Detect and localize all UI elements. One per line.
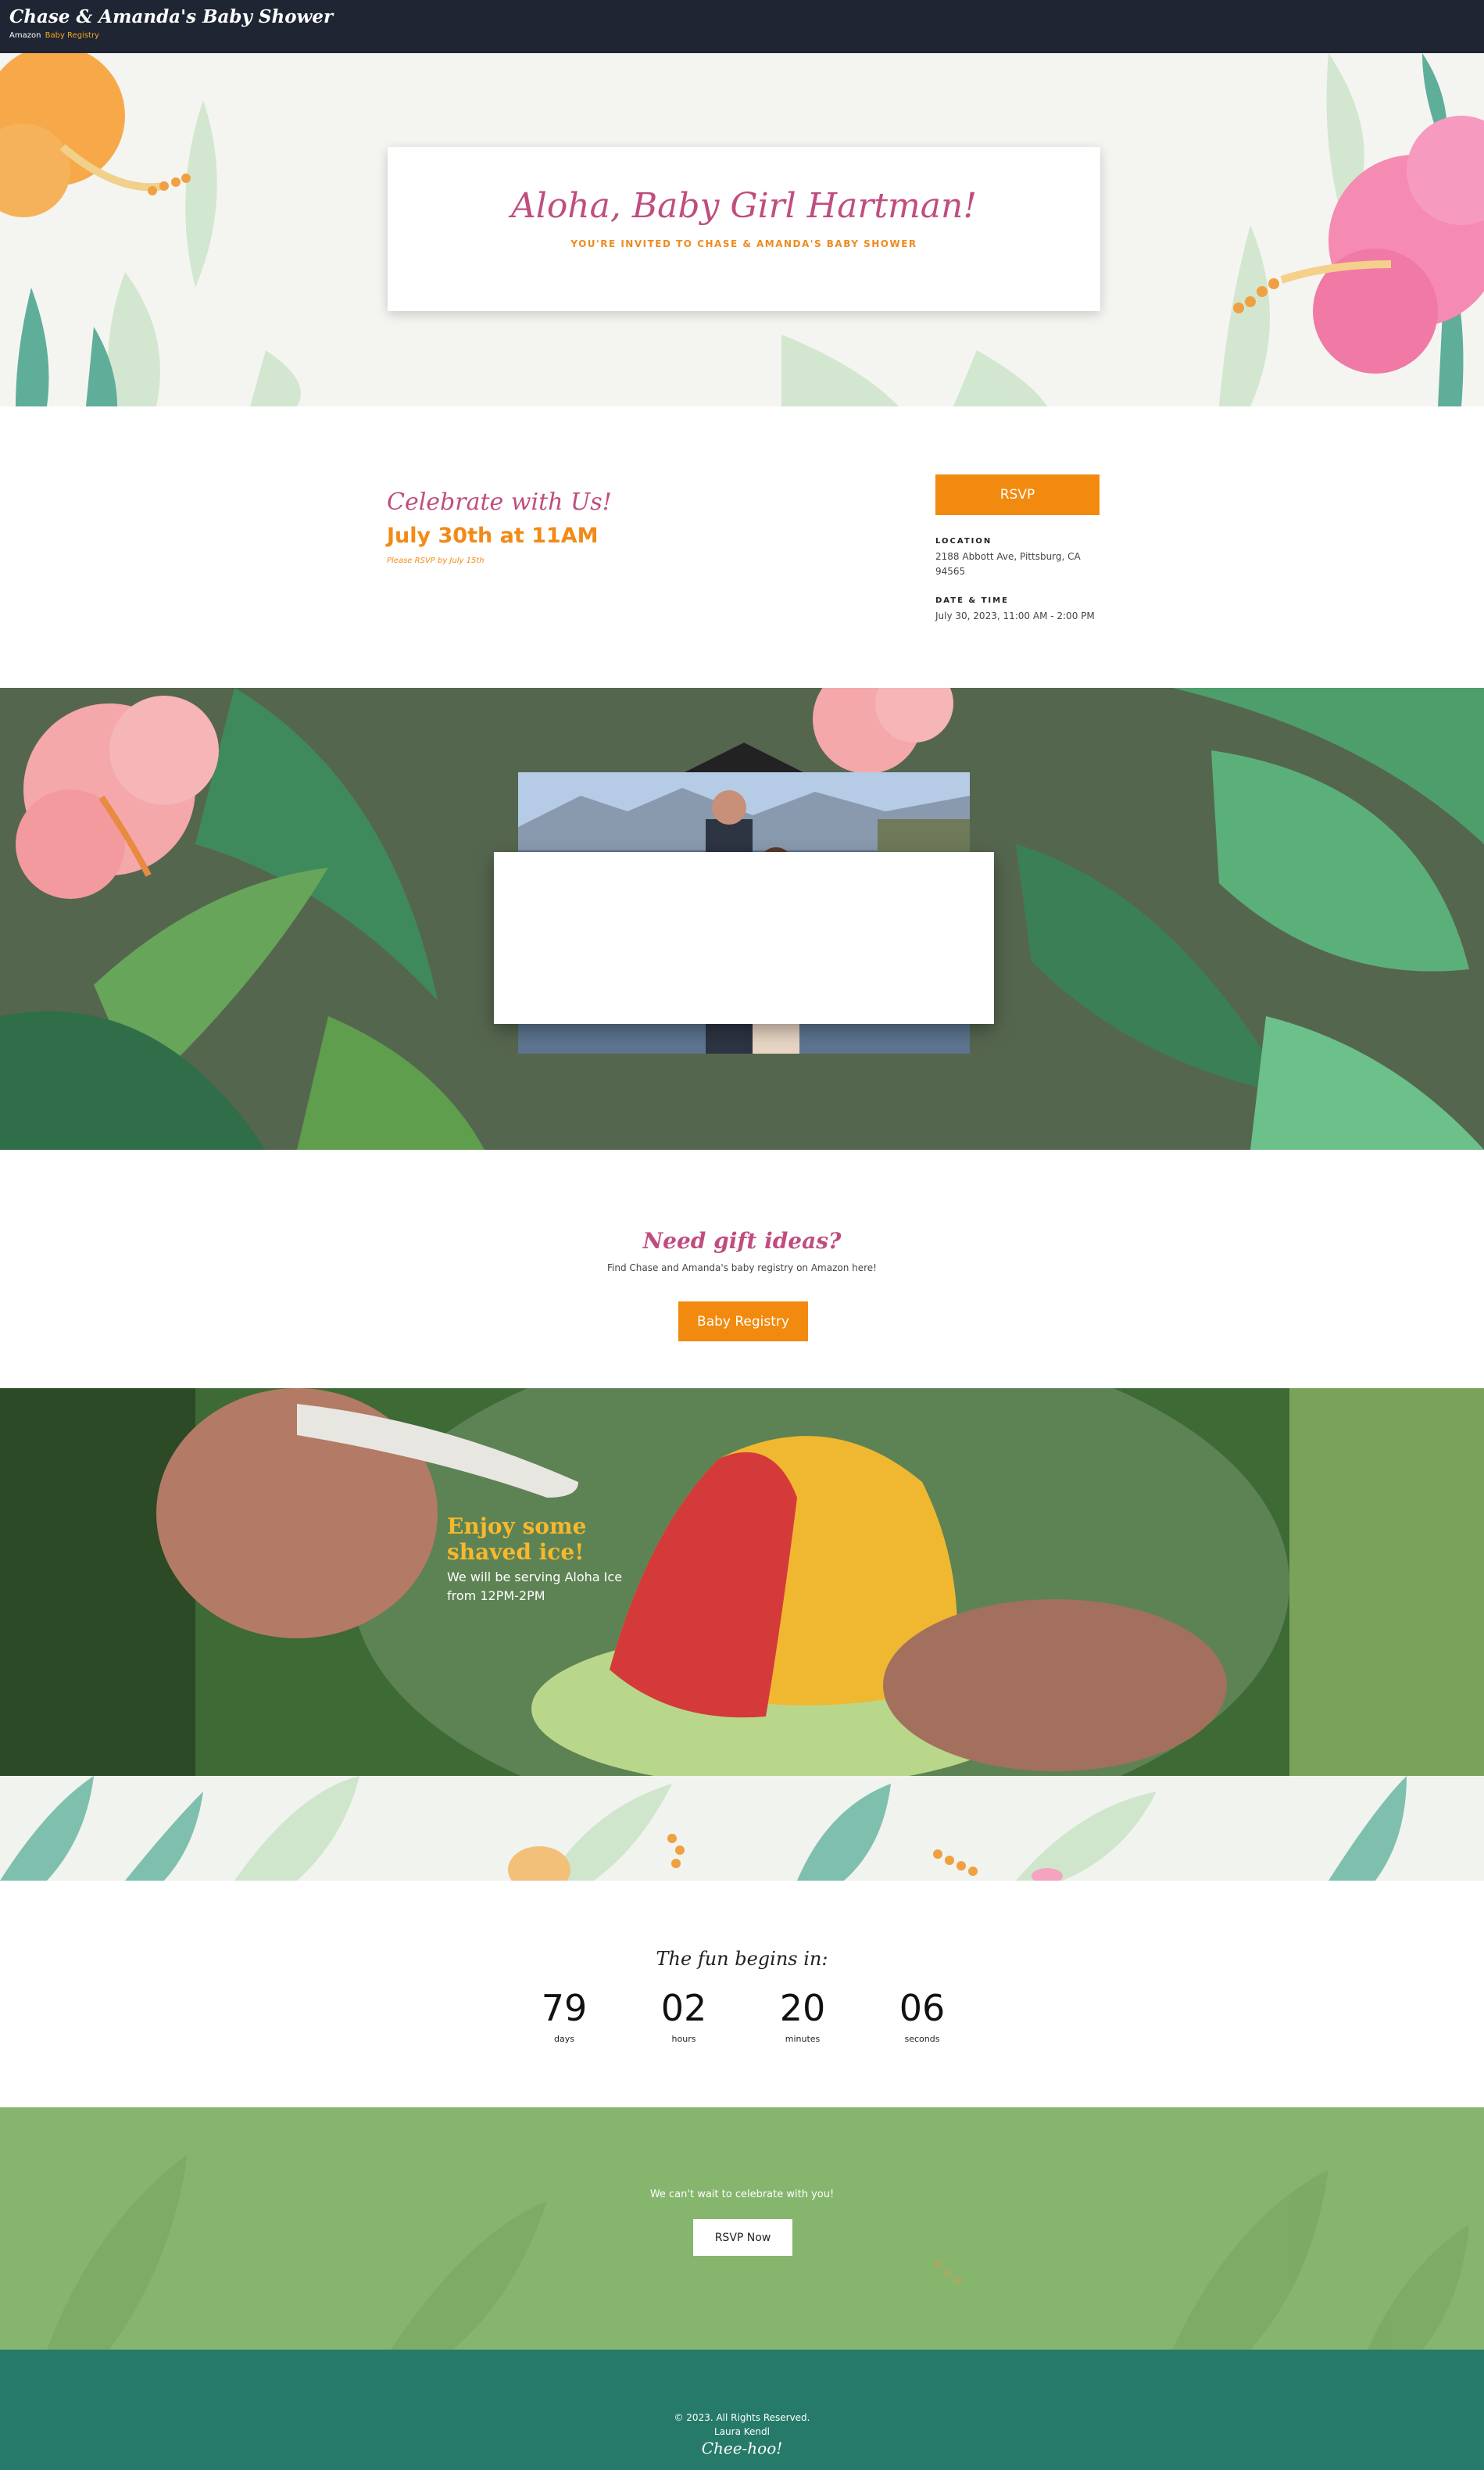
ice-title-line2: shaved ice! [447,1539,585,1565]
datetime-value: July 30, 2023, 11:00 AM - 2:00 PM [935,610,1095,621]
countdown-days-value: 79 [541,1987,588,2029]
countdown-title: The fun begins in: [656,1948,828,1970]
celebrate-date: July 30th at 11AM [387,524,599,548]
gift-title: Need gift ideas? [642,1228,842,1254]
gift-ideas-section: Need gift ideas? Find Chase and Amanda's… [0,1150,1484,1388]
location-value: 2188 Abbott Ave, Pittsburg, CA 94565 [935,551,1081,577]
countdown-seconds-label: seconds [904,2034,940,2044]
leaf-divider-illustration [0,1776,1407,1881]
countdown-days-label: days [554,2034,574,2044]
hero-title: Aloha, Baby Girl Hartman! [510,186,978,226]
rsvp-button[interactable]: RSVP [935,474,1100,515]
ice-text: We will be serving Aloha Ice from 12PM-2… [447,1570,623,1603]
site-header: Chase & Amanda's Baby Shower Amazon Baby… [0,0,1484,53]
rsvp-deadline-note: Please RSVP by July 15th [387,557,485,565]
footer-copyright: © 2023. All Rights Reserved. [674,2412,810,2423]
celebrate-title: Celebrate with Us! [387,489,612,516]
hibiscus-left-icon [0,53,191,217]
datetime-label: DATE & TIME [935,596,1009,605]
envelope-front [494,852,994,1024]
gift-text: Find Chase and Amanda's baby registry on… [606,1262,877,1273]
rsvp-cta-section: We can't wait to celebrate with you! RSV… [0,2107,1484,2350]
countdown-hours-value: 02 [660,1987,707,2029]
header-sub-prefix: Amazon [9,31,41,40]
countdown-section: The fun begins in: 79 days 02 hours 20 m… [0,1881,1484,2107]
hero-subtitle: YOU'RE INVITED TO CHASE & AMANDA'S BABY … [570,238,917,249]
shaved-ice-photo [0,1388,1484,1776]
countdown-hours-label: hours [671,2034,696,2044]
header-subtitle: Amazon Baby Registry [9,31,99,40]
countdown-seconds-value: 06 [899,1987,946,2029]
photo-envelope-section [0,688,1484,1150]
leaf-divider-strip [0,1776,1484,1881]
ice-title: Enjoy some shaved ice! [447,1513,586,1565]
celebrate-section: Celebrate with Us! July 30th at 11AM Ple… [0,406,1484,688]
site-brand[interactable]: Chase & Amanda's Baby Shower [9,6,333,27]
baby-registry-button[interactable]: Baby Registry [678,1301,808,1341]
rsvp-now-button[interactable]: RSVP Now [693,2219,792,2256]
hero-card: Aloha, Baby Girl Hartman! YOU'RE INVITED… [388,147,1100,311]
location-label: LOCATION [935,537,992,546]
footer-signoff: Chee-hoo! [701,2439,783,2457]
site-footer: © 2023. All Rights Reserved. Laura Kendl… [0,2350,1484,2470]
header-registry-link[interactable]: Baby Registry [45,31,99,40]
footer-author: Laura Kendl [714,2426,770,2437]
cta-text: We can't wait to celebrate with you! [649,2189,835,2200]
shaved-ice-section: Enjoy some shaved ice! We will be servin… [0,1388,1484,1776]
ice-title-line1: Enjoy some [447,1513,587,1539]
hibiscus-pink-icon [16,696,219,899]
hero-section: Aloha, Baby Girl Hartman! YOU'RE INVITED… [0,53,1484,406]
countdown-minutes-label: minutes [785,2034,821,2044]
countdown-minutes-value: 20 [779,1987,826,2029]
